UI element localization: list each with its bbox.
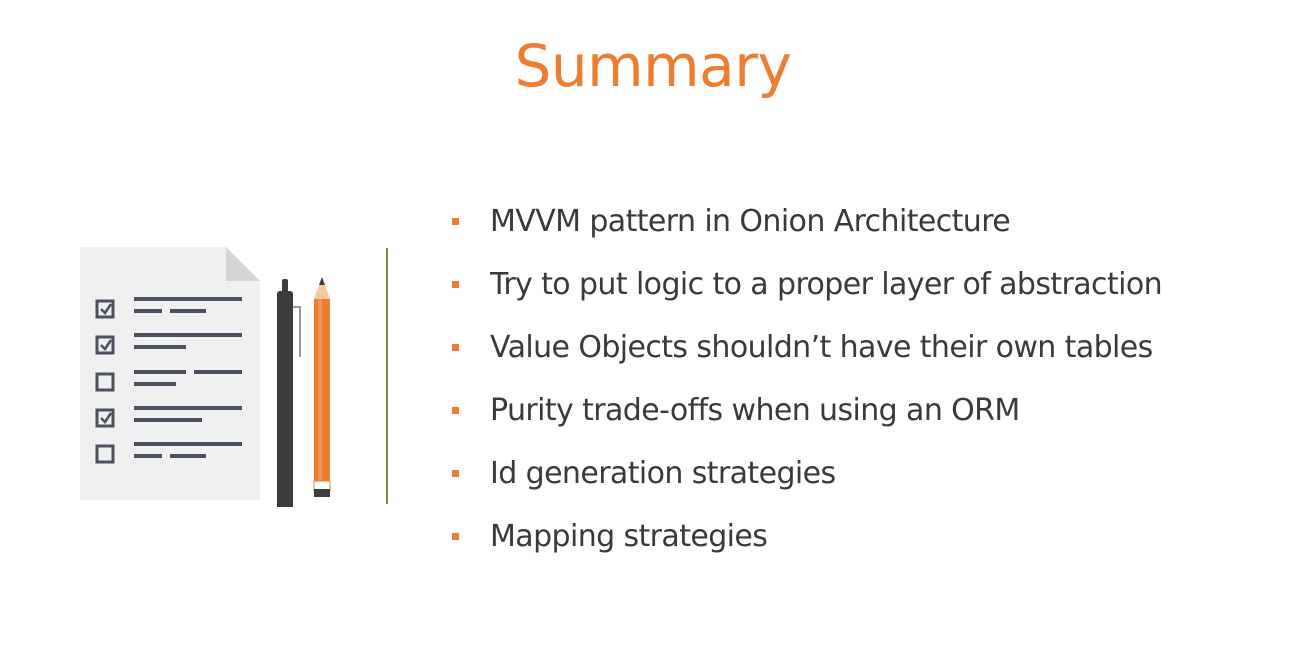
checklist-line: [134, 382, 176, 386]
bullet-text: Purity trade-offs when using an ORM: [490, 393, 1020, 428]
list-item: Mapping strategies: [452, 505, 1162, 568]
checklist-line: [134, 454, 162, 458]
slide-title: Summary: [514, 32, 792, 100]
bullet-text: Try to put logic to a proper layer of ab…: [490, 267, 1163, 302]
divider: [386, 248, 388, 504]
bullet-icon: [452, 533, 459, 540]
checklist-line: [134, 345, 186, 349]
bullet-text: Id generation strategies: [490, 456, 836, 491]
checklist-line: [134, 309, 162, 313]
checklist-line: [170, 454, 206, 458]
pen-icon: [277, 279, 301, 507]
checklist-line: [134, 370, 186, 374]
checklist-line: [170, 309, 206, 313]
checklist-line: [134, 333, 242, 337]
bullet-icon: [452, 344, 459, 351]
bullet-text: MVVM pattern in Onion Architecture: [490, 204, 1011, 239]
bullet-icon: [452, 281, 459, 288]
bullet-icon: [452, 470, 459, 477]
list-item: Value Objects shouldn’t have their own t…: [452, 316, 1162, 379]
bullet-icon: [452, 407, 459, 414]
list-item: Id generation strategies: [452, 442, 1162, 505]
summary-bullet-list: MVVM pattern in Onion Architecture Try t…: [452, 190, 1163, 568]
illustration: [80, 247, 331, 507]
bullet-text: Value Objects shouldn’t have their own t…: [490, 330, 1153, 365]
bullet-text: Mapping strategies: [490, 519, 768, 554]
slide: Summary MVVM pattern in Onion Architectu…: [0, 0, 1306, 670]
list-item: MVVM pattern in Onion Architecture: [452, 190, 1162, 253]
checklist-line: [134, 418, 202, 422]
checklist-line: [194, 370, 242, 374]
list-item: Purity trade-offs when using an ORM: [452, 379, 1162, 442]
bullet-icon: [452, 218, 459, 225]
checklist-document-icon: [80, 247, 260, 500]
checklist-line: [134, 297, 242, 301]
checklist-line: [134, 406, 242, 410]
pencil-icon: [313, 277, 331, 497]
checklist-line: [134, 442, 242, 446]
list-item: Try to put logic to a proper layer of ab…: [452, 253, 1163, 316]
